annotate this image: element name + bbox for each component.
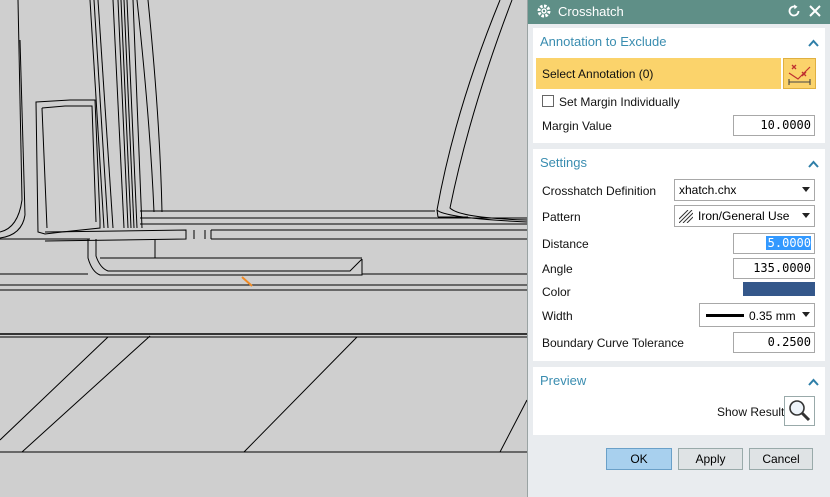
boundary-tolerance-input[interactable]: 0.2500 <box>733 332 815 353</box>
line-width-icon <box>706 314 744 317</box>
width-label: Width <box>542 309 573 323</box>
width-select[interactable]: 0.35 mm <box>699 303 815 327</box>
drawing-canvas[interactable] <box>0 0 527 497</box>
set-margin-checkbox[interactable] <box>542 95 554 107</box>
show-result-label: Show Result <box>717 405 785 419</box>
select-annotation-button[interactable] <box>783 58 816 89</box>
collapse-caret-icon[interactable] <box>808 157 819 171</box>
width-value: 0.35 mm <box>749 309 796 323</box>
crosshatch-definition-label: Crosshatch Definition <box>542 184 657 198</box>
select-annotation-label: Select Annotation (0) <box>542 67 654 81</box>
select-annotation-row[interactable]: Select Annotation (0) <box>536 58 781 89</box>
dropdown-arrow-icon <box>802 312 810 317</box>
annotation-group-title: Annotation to Exclude <box>540 34 667 49</box>
distance-label: Distance <box>542 237 589 251</box>
settings-group-title: Settings <box>540 155 587 170</box>
pattern-select[interactable]: Iron/General Use <box>674 205 815 227</box>
set-margin-label: Set Margin Individually <box>559 95 680 109</box>
preview-group: Preview Show Result <box>533 367 825 435</box>
collapse-caret-icon[interactable] <box>808 375 819 389</box>
pattern-value: Iron/General Use <box>698 209 790 223</box>
crosshatch-definition-value: xhatch.chx <box>679 183 737 197</box>
dropdown-arrow-icon <box>802 213 810 218</box>
preview-group-header[interactable]: Preview <box>533 367 825 393</box>
show-result-button[interactable] <box>784 396 815 426</box>
annotation-group-header[interactable]: Annotation to Exclude <box>533 28 825 54</box>
crosshatch-dialog: Crosshatch Annotation to Exclude Select … <box>527 0 830 497</box>
cancel-button[interactable]: Cancel <box>749 448 813 470</box>
reset-icon[interactable] <box>787 4 801 21</box>
boundary-tolerance-label: Boundary Curve Tolerance <box>542 336 684 350</box>
distance-value: 5.0000 <box>765 236 811 250</box>
close-icon[interactable] <box>808 4 822 21</box>
dialog-title: Crosshatch <box>558 4 624 19</box>
collapse-caret-icon[interactable] <box>808 36 819 50</box>
distance-input[interactable]: 5.0000 <box>733 233 815 254</box>
cad-geometry <box>0 0 527 453</box>
pattern-label: Pattern <box>542 210 581 224</box>
dialog-titlebar: Crosshatch <box>528 0 830 24</box>
annotation-group: Annotation to Exclude Select Annotation … <box>533 28 825 143</box>
angle-label: Angle <box>542 262 573 276</box>
crosshatch-definition-select[interactable]: xhatch.chx <box>674 179 815 201</box>
gear-icon <box>536 3 552 22</box>
apply-button[interactable]: Apply <box>678 448 743 470</box>
hatch-pattern-icon <box>678 209 694 226</box>
preview-group-title: Preview <box>540 373 587 388</box>
margin-value-label: Margin Value <box>542 119 612 133</box>
color-swatch[interactable] <box>743 282 815 296</box>
margin-value-input[interactable]: 10.0000 <box>733 115 815 136</box>
settings-group-header[interactable]: Settings <box>533 149 825 175</box>
dropdown-arrow-icon <box>802 187 810 192</box>
angle-input[interactable]: 135.0000 <box>733 258 815 279</box>
settings-group: Settings Crosshatch Definition xhatch.ch… <box>533 149 825 361</box>
ok-button[interactable]: OK <box>606 448 672 470</box>
color-label: Color <box>542 285 571 299</box>
